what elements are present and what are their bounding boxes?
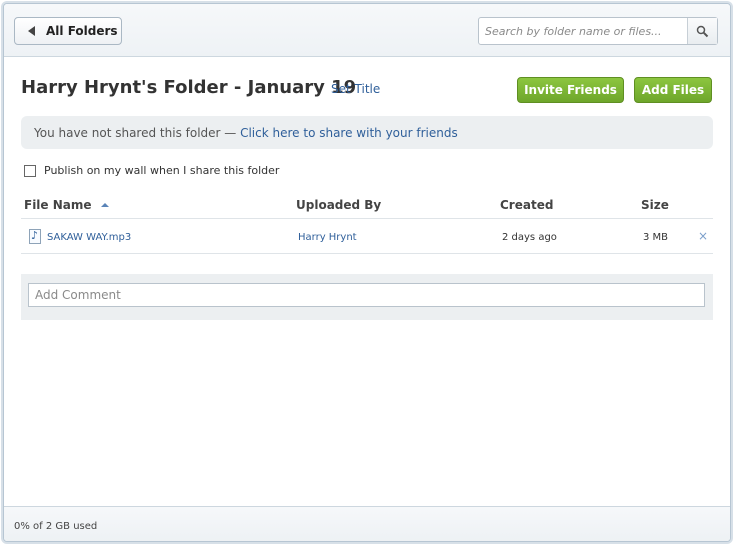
comment-area: [21, 274, 713, 320]
column-file-name-label: File Name: [24, 198, 92, 212]
search-icon: [696, 25, 709, 37]
folder-title: Harry Hrynt's Folder - January 19: [21, 77, 357, 98]
file-name-link[interactable]: SAKAW WAY.mp3: [47, 232, 131, 243]
comment-input[interactable]: [28, 283, 705, 307]
back-arrow-icon: [28, 26, 35, 36]
publish-option: Publish on my wall when I share this fol…: [24, 164, 279, 177]
all-folders-label: All Folders: [46, 24, 118, 38]
file-table-header: File Name Uploaded By Created Size: [21, 194, 713, 219]
search-box: [478, 17, 718, 45]
invite-friends-button[interactable]: Invite Friends: [517, 77, 624, 103]
all-folders-button[interactable]: All Folders: [14, 17, 122, 45]
share-status-bar: You have not shared this folder — Click …: [21, 116, 713, 149]
search-input[interactable]: [479, 18, 687, 44]
publish-checkbox[interactable]: [24, 164, 36, 177]
column-size[interactable]: Size: [641, 198, 669, 212]
column-uploaded-by[interactable]: Uploaded By: [296, 198, 381, 212]
share-message-text: You have not shared this folder —: [34, 125, 241, 140]
sort-ascending-icon: [100, 203, 109, 207]
created-date: 2 days ago: [502, 232, 557, 243]
top-toolbar: All Folders: [4, 4, 730, 57]
uploader-link[interactable]: Harry Hrynt: [298, 232, 357, 243]
publish-label: Publish on my wall when I share this fol…: [44, 164, 280, 177]
folder-panel: All Folders Harry Hrynt's Folder - Janua…: [3, 3, 731, 542]
storage-footer: 0% of 2 GB used: [4, 506, 730, 541]
storage-usage: 0% of 2 GB used: [14, 521, 98, 532]
remove-file-icon[interactable]: ×: [698, 229, 708, 243]
search-button[interactable]: [687, 18, 717, 44]
column-created[interactable]: Created: [500, 198, 553, 212]
set-title-link[interactable]: Set Title: [331, 82, 380, 96]
share-message: You have not shared this folder — Click …: [34, 126, 458, 140]
add-files-button[interactable]: Add Files: [634, 77, 712, 103]
column-file-name[interactable]: File Name: [24, 198, 109, 212]
share-link[interactable]: Click here to share with your friends: [240, 126, 458, 140]
file-size: 3 MB: [643, 232, 669, 243]
table-row: SAKAW WAY.mp3 Harry Hrynt 2 days ago 3 M…: [21, 219, 713, 254]
audio-file-icon: [29, 229, 41, 244]
